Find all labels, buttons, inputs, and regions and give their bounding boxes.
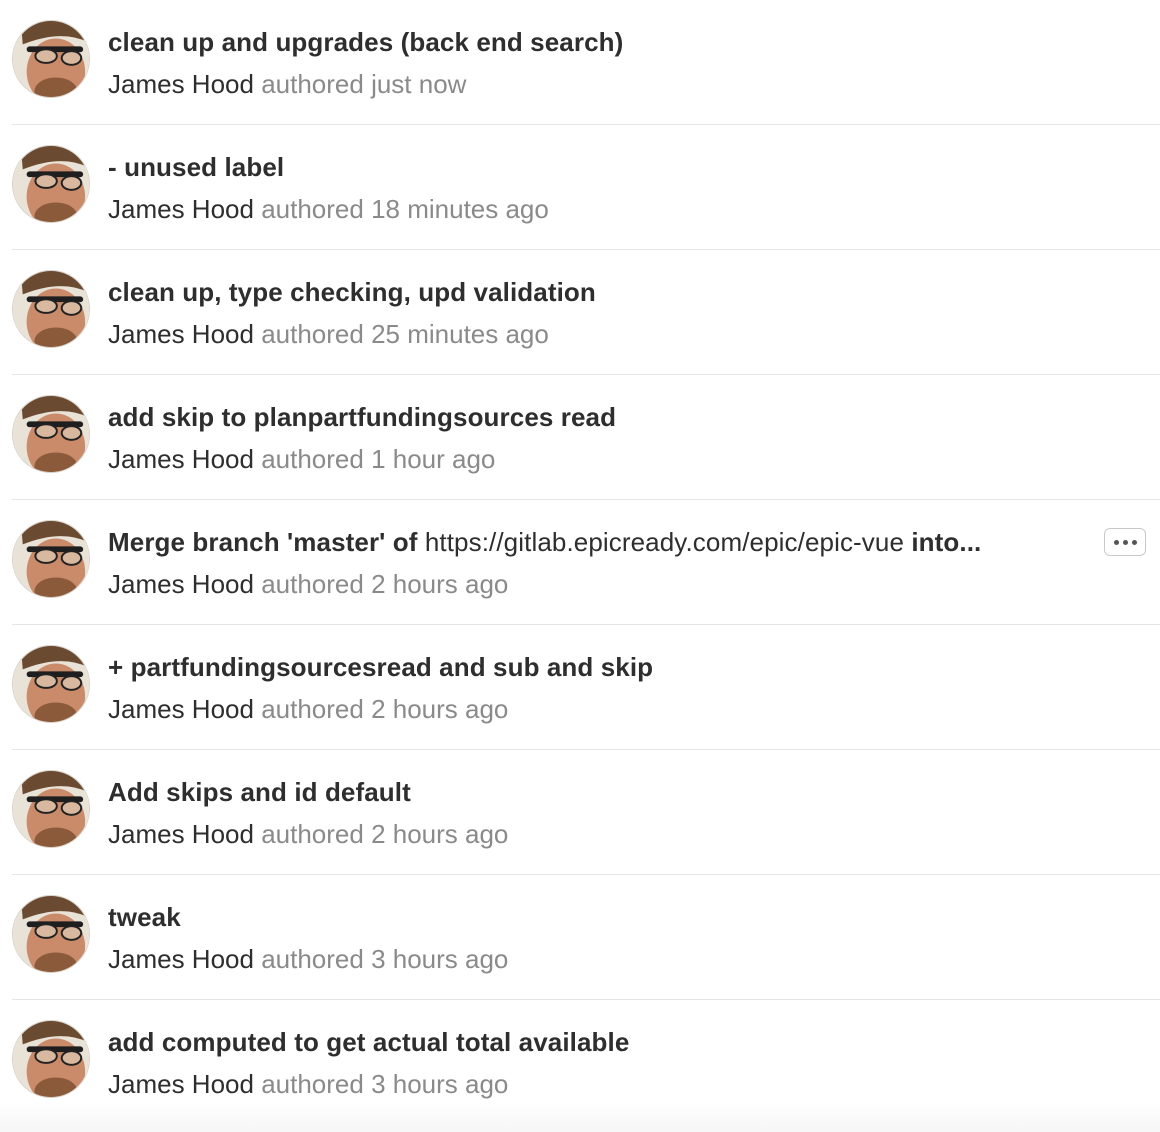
ellipsis-dot (1113, 539, 1119, 545)
commit-meta: James Hood authored 1 hour ago (108, 439, 1090, 479)
commit-title-suffix: into... (904, 527, 982, 557)
authored-time: authored 3 hours ago (261, 1069, 509, 1099)
avatar-image (13, 646, 89, 722)
author-name[interactable]: James Hood (108, 1069, 254, 1099)
commit-row: Merge branch 'master' of https://gitlab.… (12, 500, 1160, 625)
commit-title-prefix: Merge branch 'master' of (108, 527, 425, 557)
avatar-image (13, 896, 89, 972)
commit-title[interactable]: - unused label (108, 147, 1090, 187)
commit-text: add skip to planpartfundingsources read … (108, 397, 1090, 479)
commit-title[interactable]: + partfundingsourcesread and sub and ski… (108, 647, 1090, 687)
avatar-image (13, 1021, 89, 1097)
commit-row: add skip to planpartfundingsources read … (12, 375, 1160, 500)
commit-meta: James Hood authored 3 hours ago (108, 939, 1090, 979)
avatar[interactable] (12, 270, 90, 348)
commit-row: add computed to get actual total availab… (12, 1000, 1160, 1125)
authored-time: authored 2 hours ago (261, 694, 509, 724)
commit-text: Add skips and id default James Hood auth… (108, 772, 1090, 854)
avatar-image (13, 771, 89, 847)
author-name[interactable]: James Hood (108, 194, 254, 224)
avatar-image (13, 396, 89, 472)
authored-time: authored just now (261, 69, 467, 99)
author-name[interactable]: James Hood (108, 69, 254, 99)
commit-row: tweak James Hood authored 3 hours ago (12, 875, 1160, 1000)
commit-row: + partfundingsourcesread and sub and ski… (12, 625, 1160, 750)
commit-text: clean up and upgrades (back end search) … (108, 22, 1090, 104)
author-name[interactable]: James Hood (108, 569, 254, 599)
commit-row: clean up, type checking, upd validation … (12, 250, 1160, 375)
avatar[interactable] (12, 895, 90, 973)
avatar-image (13, 146, 89, 222)
avatar[interactable] (12, 20, 90, 98)
commit-text: clean up, type checking, upd validation … (108, 272, 1090, 354)
commit-row: - unused label James Hood authored 18 mi… (12, 125, 1160, 250)
commit-meta: James Hood authored 25 minutes ago (108, 314, 1090, 354)
avatar[interactable] (12, 395, 90, 473)
ellipsis-dot (1131, 539, 1137, 545)
author-name[interactable]: James Hood (108, 944, 254, 974)
authored-time: authored 3 hours ago (261, 944, 509, 974)
commit-title[interactable]: tweak (108, 897, 1090, 937)
avatar[interactable] (12, 520, 90, 598)
commit-meta: James Hood authored 2 hours ago (108, 564, 1090, 604)
authored-time: authored 25 minutes ago (261, 319, 549, 349)
commit-meta: James Hood authored 2 hours ago (108, 689, 1090, 729)
author-name[interactable]: James Hood (108, 819, 254, 849)
commit-text: - unused label James Hood authored 18 mi… (108, 147, 1090, 229)
commit-meta: James Hood authored just now (108, 64, 1090, 104)
avatar[interactable] (12, 645, 90, 723)
authored-time: authored 1 hour ago (261, 444, 496, 474)
author-name[interactable]: James Hood (108, 444, 254, 474)
commit-list: clean up and upgrades (back end search) … (0, 0, 1160, 1125)
commit-title[interactable]: clean up and upgrades (back end search) (108, 22, 1090, 62)
authored-time: authored 2 hours ago (261, 569, 509, 599)
ellipsis-icon (1113, 539, 1137, 545)
commit-meta: James Hood authored 3 hours ago (108, 1064, 1090, 1104)
authored-time: authored 18 minutes ago (261, 194, 549, 224)
author-name[interactable]: James Hood (108, 319, 254, 349)
commit-text: Merge branch 'master' of https://gitlab.… (108, 522, 1090, 604)
commit-title[interactable]: add skip to planpartfundingsources read (108, 397, 1090, 437)
ellipsis-dot (1122, 539, 1128, 545)
avatar[interactable] (12, 1020, 90, 1098)
commit-title[interactable]: Merge branch 'master' of https://gitlab.… (108, 522, 1090, 562)
commit-meta: James Hood authored 2 hours ago (108, 814, 1090, 854)
commit-row: clean up and upgrades (back end search) … (12, 0, 1160, 125)
commit-title[interactable]: clean up, type checking, upd validation (108, 272, 1090, 312)
commit-meta: James Hood authored 18 minutes ago (108, 189, 1090, 229)
avatar-image (13, 521, 89, 597)
commit-title[interactable]: add computed to get actual total availab… (108, 1022, 1090, 1062)
avatar[interactable] (12, 145, 90, 223)
avatar-image (13, 21, 89, 97)
commit-text: tweak James Hood authored 3 hours ago (108, 897, 1090, 979)
authored-time: authored 2 hours ago (261, 819, 509, 849)
commit-row: Add skips and id default James Hood auth… (12, 750, 1160, 875)
commit-title[interactable]: Add skips and id default (108, 772, 1090, 812)
expand-commit-message-button[interactable] (1104, 528, 1146, 556)
avatar-image (13, 271, 89, 347)
commit-title-link[interactable]: https://gitlab.epicready.com/epic/epic-v… (425, 527, 904, 557)
author-name[interactable]: James Hood (108, 694, 254, 724)
commit-text: + partfundingsourcesread and sub and ski… (108, 647, 1090, 729)
commit-text: add computed to get actual total availab… (108, 1022, 1090, 1104)
avatar[interactable] (12, 770, 90, 848)
